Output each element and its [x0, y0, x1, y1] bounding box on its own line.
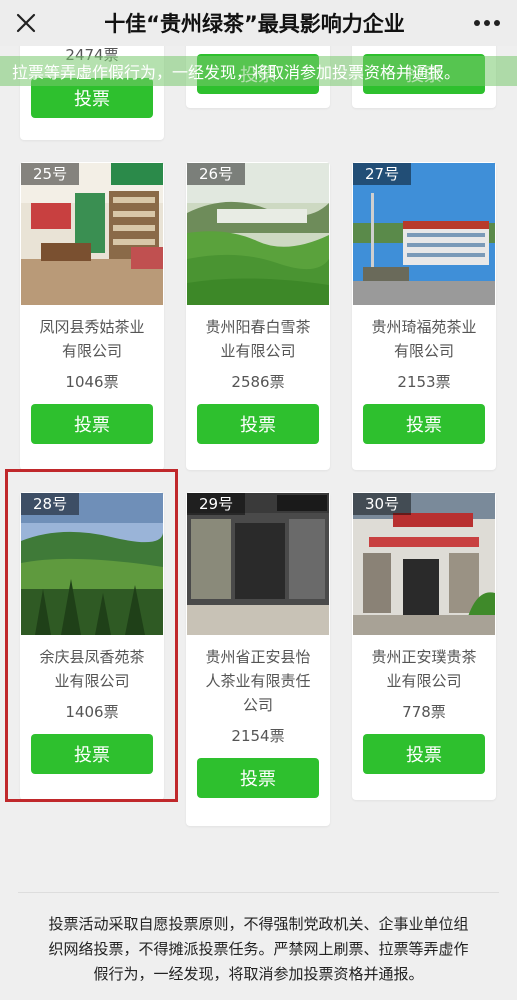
vote-count: 778票 — [402, 703, 446, 721]
candidate-number: 30号 — [353, 493, 412, 515]
vote-button[interactable]: 投票 — [197, 758, 319, 798]
vote-count: 2153票 — [397, 373, 451, 391]
candidate-photo[interactable]: 30号 — [353, 493, 495, 635]
vote-count: 1046票 — [65, 373, 119, 391]
vote-count: 2586票 — [231, 373, 285, 391]
vote-count: 1406票 — [65, 703, 119, 721]
candidate-name: 贵州省正安县怡 人茶业有限责任 公司 — [205, 648, 311, 714]
candidate-name: 贵州琦福苑茶业 有限公司 — [371, 318, 477, 360]
scrolling-notice: 拉票等弄虚作假行为，一经发现，将取消参加投票资格并通报。 — [0, 56, 517, 86]
vote-count: 2154票 — [231, 727, 285, 745]
candidate-number: 29号 — [187, 493, 246, 515]
vote-button[interactable]: 投票 — [31, 404, 153, 444]
candidate-card-25: 25号 凤冈县秀姑茶业 有限公司 1046票 投票 — [20, 162, 164, 470]
candidate-card-27: 27号 贵州琦福苑茶业 有限公司 2153票 投票 — [352, 162, 496, 470]
candidate-photo[interactable]: 29号 — [187, 493, 329, 635]
candidate-name: 凤冈县秀姑茶业 有限公司 — [39, 318, 145, 360]
more-icon[interactable] — [457, 0, 517, 46]
candidate-card-26: 26号 贵州阳春白雪茶 业有限公司 2586票 投票 — [186, 162, 330, 470]
candidate-number: 28号 — [21, 493, 80, 515]
close-icon[interactable] — [0, 0, 52, 46]
candidate-number: 27号 — [353, 163, 412, 185]
candidate-number: 26号 — [187, 163, 246, 185]
vote-button[interactable]: 投票 — [197, 404, 319, 444]
vote-button[interactable]: 投票 — [31, 734, 153, 774]
candidate-name: 贵州阳春白雪茶 业有限公司 — [205, 318, 311, 360]
candidate-name: 贵州正安璞贵茶 业有限公司 — [371, 648, 477, 690]
vote-button[interactable]: 投票 — [363, 404, 485, 444]
candidate-name: 余庆县凤香苑茶 业有限公司 — [39, 648, 145, 690]
candidate-card-29: 29号 贵州省正安县怡 人茶业有限责任 公司 2154票 投票 — [186, 492, 330, 826]
navigation-bar: 十佳“贵州绿茶”最具影响力企业 — [0, 0, 517, 46]
candidate-photo[interactable]: 27号 — [353, 163, 495, 305]
divider — [18, 892, 499, 893]
candidate-photo[interactable]: 28号 — [21, 493, 163, 635]
candidate-number: 25号 — [21, 163, 80, 185]
voting-rules-notice: 投票活动采取自愿投票原则，不得强制党政机关、企事业单位组 织网络投票，不得摊派投… — [48, 915, 469, 983]
page-title: 十佳“贵州绿茶”最具影响力企业 — [104, 12, 405, 36]
candidate-photo[interactable]: 26号 — [187, 163, 329, 305]
vote-button[interactable]: 投票 — [363, 734, 485, 774]
candidate-card-30: 30号 贵州正安璞贵茶 业有限公司 778票 投票 — [352, 492, 496, 800]
candidate-photo[interactable]: 25号 — [21, 163, 163, 305]
candidate-card-28: 28号 余庆县凤香苑茶 业有限公司 1406票 投票 — [20, 492, 164, 800]
